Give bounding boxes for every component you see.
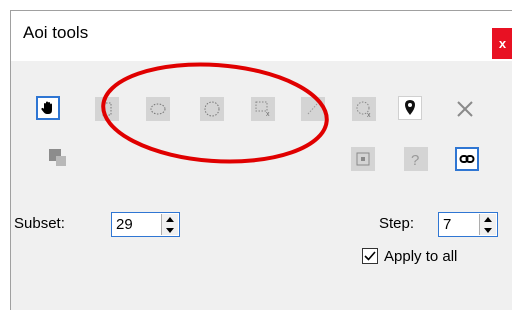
- rect-select-tool-button[interactable]: [95, 97, 119, 121]
- apply-to-all-label: Apply to all: [384, 248, 458, 265]
- subset-increment-button[interactable]: [162, 214, 178, 224]
- window-title: Aoi tools: [23, 23, 89, 42]
- dotted-rectangle-icon: [102, 102, 112, 116]
- checkmark-icon: [364, 251, 376, 261]
- step-spinner[interactable]: 7: [438, 212, 498, 237]
- circle-exclude-tool-button[interactable]: x: [352, 97, 376, 121]
- rect-exclude-tool-button[interactable]: x: [251, 97, 275, 121]
- title-bar: Aoi tools x: [11, 11, 512, 61]
- copy-layers-icon: [49, 149, 66, 166]
- help-tool-button[interactable]: ?: [404, 147, 428, 171]
- pin-tool-button[interactable]: [398, 96, 422, 120]
- close-icon: x: [498, 36, 507, 51]
- dotted-line-icon: [307, 103, 318, 115]
- line-exclude-tool-button[interactable]: [301, 97, 325, 121]
- close-x-icon: [457, 101, 473, 117]
- svg-text:?: ?: [411, 152, 419, 167]
- dotted-rectangle-exclude-icon: x: [255, 101, 270, 118]
- step-label: Step:: [379, 215, 415, 232]
- pan-tool-button[interactable]: [36, 96, 60, 120]
- copy-tool-button[interactable]: [48, 148, 68, 168]
- chevron-down-icon: [484, 227, 492, 233]
- link-icon: [459, 155, 475, 163]
- dotted-circle-exclude-icon: x: [356, 101, 371, 118]
- step-decrement-button[interactable]: [480, 225, 496, 235]
- step-spin-buttons: [479, 214, 496, 235]
- question-mark-icon: ?: [411, 152, 419, 167]
- center-square-icon: [356, 152, 370, 166]
- subset-spinner[interactable]: 29: [111, 212, 180, 237]
- subset-spin-buttons: [161, 214, 178, 235]
- dotted-ellipse-icon: [150, 103, 166, 115]
- close-button[interactable]: x: [492, 28, 512, 59]
- aoi-tools-window: Aoi tools x: [10, 10, 512, 310]
- step-increment-button[interactable]: [480, 214, 496, 224]
- hand-icon: [41, 101, 52, 114]
- dotted-circle-icon: [204, 101, 220, 117]
- circle-select-tool-button[interactable]: [200, 97, 224, 121]
- center-tool-button[interactable]: [351, 147, 375, 171]
- chevron-down-icon: [166, 227, 174, 233]
- delete-tool-button[interactable]: [453, 97, 477, 121]
- ellipse-select-tool-button[interactable]: [146, 97, 170, 121]
- svg-text:x: x: [367, 112, 371, 118]
- subset-label: Subset:: [14, 215, 65, 232]
- chevron-up-icon: [166, 216, 174, 222]
- svg-text:x: x: [266, 111, 270, 118]
- link-tool-button[interactable]: [455, 147, 479, 171]
- apply-to-all-checkbox[interactable]: [362, 248, 378, 264]
- map-pin-icon: [405, 100, 415, 115]
- subset-value[interactable]: 29: [116, 216, 133, 233]
- chevron-up-icon: [484, 216, 492, 222]
- step-value[interactable]: 7: [443, 216, 451, 233]
- subset-decrement-button[interactable]: [162, 225, 178, 235]
